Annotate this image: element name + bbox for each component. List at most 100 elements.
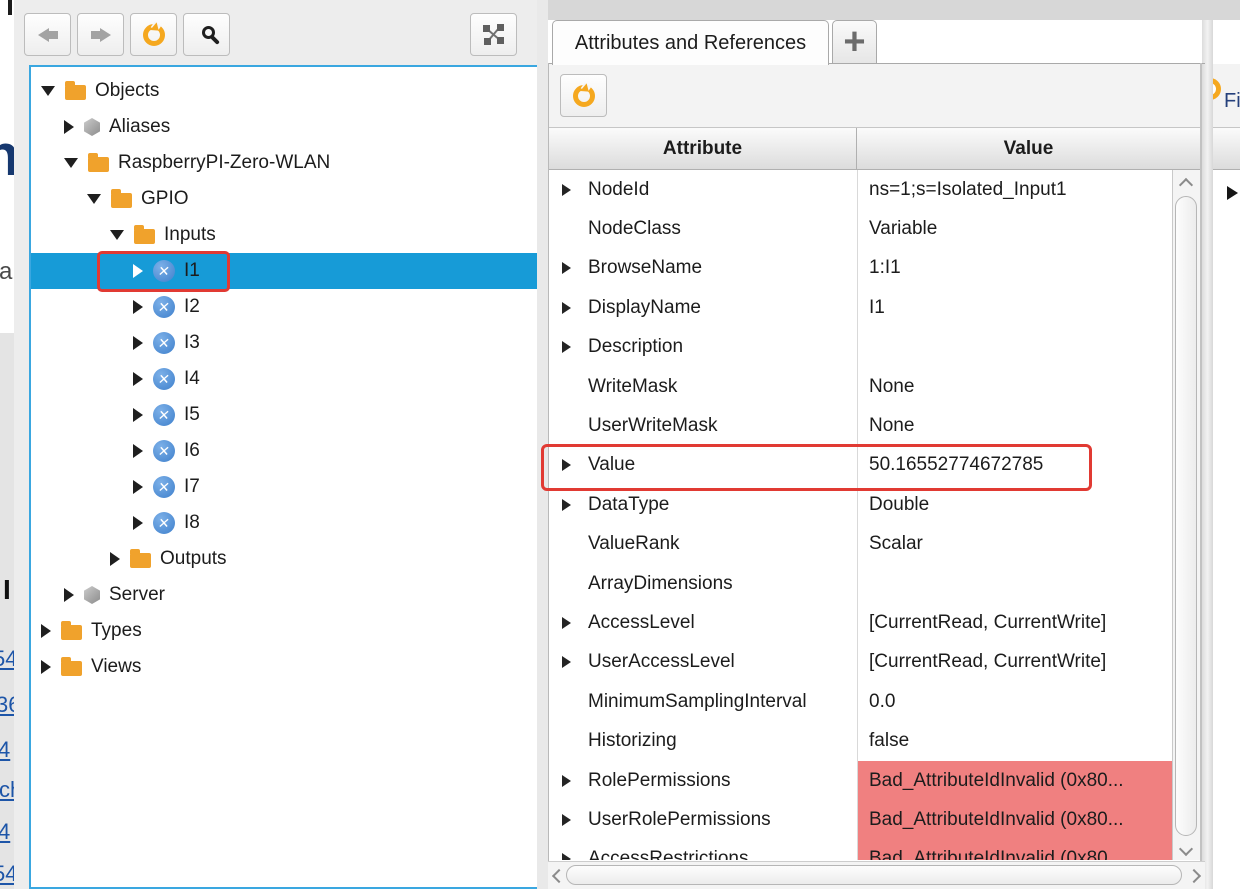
tab-attributes-and-references[interactable]: Attributes and References [552,20,829,65]
panel-splitter-left[interactable] [537,0,548,889]
attribute-row-nodeclass[interactable]: NodeClassVariable [549,209,1172,248]
attribute-row-userwritemask[interactable]: UserWriteMaskNone [549,406,1172,445]
tree-item-raspberrypi-zero-wlan[interactable]: RaspberryPI-Zero-WLAN [31,145,547,181]
attribute-value: 50.16552774672785 [869,454,1043,476]
add-tab-button[interactable]: + [832,20,877,64]
expand-arrow-icon[interactable] [64,588,74,602]
attribute-value: [CurrentRead, CurrentWrite] [869,612,1106,634]
expand-arrow-icon[interactable] [41,624,51,638]
attribute-row-nodeid[interactable]: NodeIdns=1;s=Isolated_Input1 [549,170,1172,209]
tree-item-aliases[interactable]: Aliases [31,109,547,145]
refresh-attributes-button[interactable] [560,74,607,117]
attribute-name: AccessRestrictions [588,848,749,860]
tree-item-i4[interactable]: I4 [31,361,547,397]
expand-arrow-icon[interactable] [562,814,571,826]
address-space-panel: ObjectsAliasesRaspberryPI-Zero-WLANGPIOI… [14,0,537,889]
attribute-row-minimumsamplinginterval[interactable]: MinimumSamplingInterval0.0 [549,682,1172,721]
attribute-row-value[interactable]: Value50.16552774672785 [549,446,1172,485]
expand-arrow-icon[interactable] [562,302,571,314]
expand-arrow-icon[interactable] [562,499,571,511]
expand-arrow-icon[interactable] [562,262,571,274]
scroll-left-icon[interactable] [552,869,566,883]
tree-item-objects[interactable]: Objects [31,73,547,109]
attribute-value: I1 [869,297,885,319]
tree-item-i2[interactable]: I2 [31,289,547,325]
forward-button[interactable] [77,13,124,56]
tree-item-types[interactable]: Types [31,613,547,649]
attribute-row-useraccesslevel[interactable]: UserAccessLevel[CurrentRead, CurrentWrit… [549,643,1172,682]
expand-arrow-icon[interactable] [1227,186,1240,200]
tree-item-label: I4 [184,368,200,390]
expand-arrow-icon[interactable] [562,617,571,629]
attribute-row-displayname[interactable]: DisplayNameI1 [549,288,1172,327]
attribute-row-browsename[interactable]: BrowseName1:I1 [549,249,1172,288]
scroll-down-icon[interactable] [1179,842,1193,856]
tree-item-label: Outputs [160,548,227,570]
attribute-row-datatype[interactable]: DataTypeDouble [549,485,1172,524]
attribute-row-arraydimensions[interactable]: ArrayDimensions [549,564,1172,603]
attributes-table-header: Attribute Value [549,127,1200,170]
attribute-row-rolepermissions[interactable]: RolePermissionsBad_AttributeIdInvalid (0… [549,761,1172,800]
tree-item-label: Aliases [109,116,170,138]
expand-arrow-icon[interactable] [562,459,571,471]
tree-item-i1[interactable]: I1 [31,253,547,289]
attribute-value-cell: Bad_AttributeIdInvalid (0x80... [857,840,1172,860]
attribute-row-historizing[interactable]: Historizingfalse [549,721,1172,760]
expand-arrow-icon[interactable] [133,480,143,494]
expand-arrow-icon[interactable] [133,516,143,530]
refresh-button[interactable] [130,13,177,56]
expander [562,617,588,629]
attribute-name-cell: RolePermissions [549,761,857,800]
expand-arrow-icon[interactable] [133,336,143,350]
horizontal-scrollbar-thumb[interactable] [566,865,1182,885]
tree-item-outputs[interactable]: Outputs [31,541,547,577]
tree-item-i8[interactable]: I8 [31,505,547,541]
references-header-fragment [1213,127,1240,170]
plus-icon: + [843,21,865,64]
tree-item-inputs[interactable]: Inputs [31,217,547,253]
attribute-row-userrolepermissions[interactable]: UserRolePermissionsBad_AttributeIdInvali… [549,800,1172,839]
tree-item-label: I5 [184,404,200,426]
tree-item-i5[interactable]: I5 [31,397,547,433]
search-button[interactable] [183,13,230,56]
tree-item-i3[interactable]: I3 [31,325,547,361]
expand-arrow-icon[interactable] [562,341,571,353]
expand-arrow-icon[interactable] [562,853,571,860]
expand-arrow-icon[interactable] [133,408,143,422]
tree-item-server[interactable]: Server [31,577,547,613]
highlight-node-button[interactable] [470,13,517,56]
tree-item-gpio[interactable]: GPIO [31,181,547,217]
expand-arrow-icon[interactable] [562,775,571,787]
expand-arrow-icon[interactable] [133,372,143,386]
variable-icon [153,368,175,390]
expand-arrow-icon[interactable] [562,656,571,668]
attribute-row-description[interactable]: Description [549,328,1172,367]
expand-arrow-icon[interactable] [110,552,120,566]
expand-arrow-icon[interactable] [133,444,143,458]
tree-item-i7[interactable]: I7 [31,469,547,505]
expand-arrow-icon[interactable] [133,264,143,278]
tree-item-label: I3 [184,332,200,354]
scroll-up-icon[interactable] [1179,178,1193,192]
expand-arrow-icon[interactable] [110,230,124,240]
attribute-row-accesslevel[interactable]: AccessLevel[CurrentRead, CurrentWrite] [549,603,1172,642]
scroll-right-icon[interactable] [1187,869,1201,883]
attribute-row-accessrestrictions[interactable]: AccessRestrictions Bad_AttributeIdInvalid… [549,840,1172,860]
folder-icon [134,229,155,244]
expand-arrow-icon[interactable] [64,120,74,134]
attribute-row-valuerank[interactable]: ValueRankScalar [549,525,1172,564]
background-gray-area [0,333,14,889]
tree-item-i6[interactable]: I6 [31,433,547,469]
vertical-scrollbar-thumb[interactable] [1175,196,1197,836]
expand-arrow-icon[interactable] [41,86,55,96]
tree-item-views[interactable]: Views [31,649,547,685]
expand-arrow-icon[interactable] [64,158,78,168]
back-button[interactable] [24,13,71,56]
attribute-row-writemask[interactable]: WriteMaskNone [549,367,1172,406]
expander [562,499,588,511]
panel-splitter-right[interactable] [1202,20,1213,889]
expand-arrow-icon[interactable] [87,194,101,204]
expand-arrow-icon[interactable] [562,184,571,196]
expand-arrow-icon[interactable] [133,300,143,314]
expand-arrow-icon[interactable] [41,660,51,674]
